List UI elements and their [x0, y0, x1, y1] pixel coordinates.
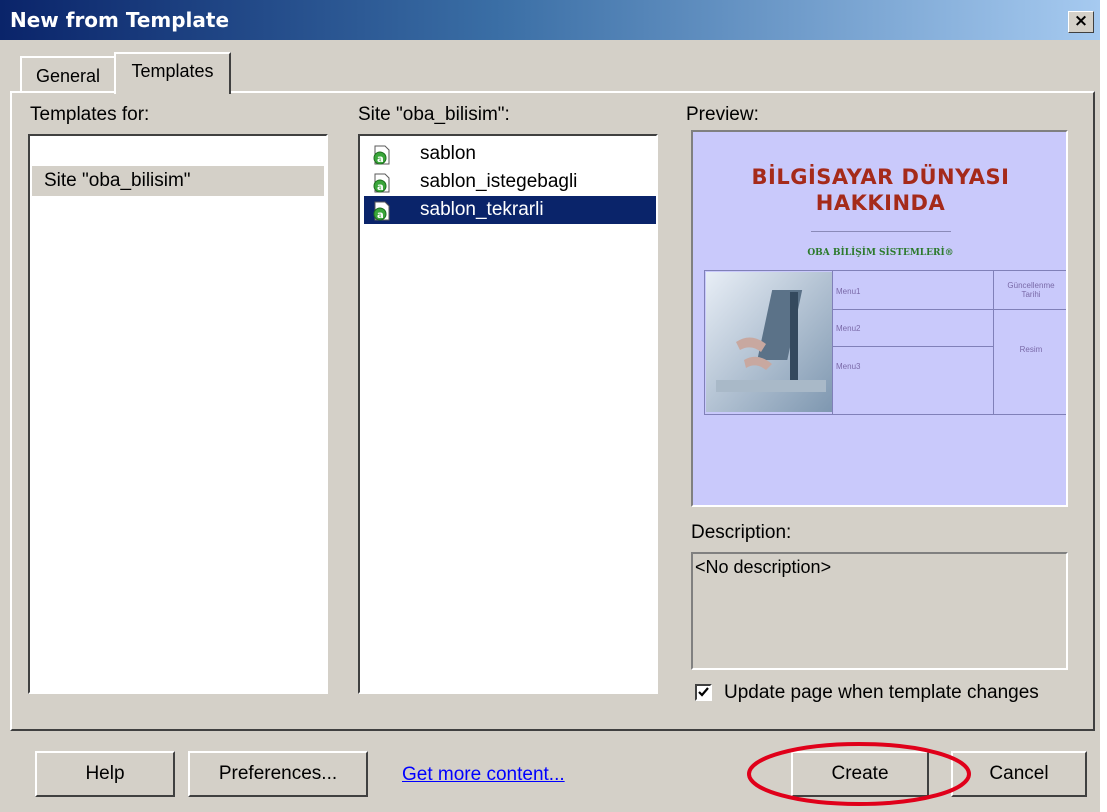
checkmark-icon — [698, 687, 709, 697]
template-preview: BİLGİSAYAR DÜNYASI HAKKINDA OBA BİLİŞİM … — [691, 130, 1068, 507]
preview-row-line — [832, 346, 993, 347]
list-item-sablon-tekrarli[interactable]: a sablon_tekrarli — [364, 196, 656, 224]
update-page-checkbox[interactable] — [695, 684, 712, 701]
preview-image-label: Resim — [1019, 345, 1043, 354]
get-more-content-link[interactable]: Get more content... — [402, 764, 565, 786]
description-label: Description: — [691, 522, 792, 543]
window-edge — [1100, 0, 1107, 812]
preview-menu2: Menu2 — [836, 324, 861, 333]
file-name: sablon_istegebagli — [420, 171, 578, 192]
preview-label: Preview: — [686, 104, 759, 125]
templates-for-label: Templates for: — [30, 104, 150, 125]
template-file-icon: a — [373, 145, 390, 165]
template-file-icon: a — [373, 173, 390, 193]
close-icon[interactable]: × — [1068, 11, 1094, 33]
preview-menu3: Menu3 — [836, 362, 861, 371]
cancel-button[interactable]: Cancel — [951, 751, 1087, 797]
list-item-site[interactable]: Site "oba_bilisim" — [32, 166, 324, 196]
template-file-icon: a — [373, 201, 390, 221]
preview-heading: BİLGİSAYAR DÜNYASI HAKKINDA — [751, 165, 1010, 215]
list-item-sablon-istegebagli[interactable]: a sablon_istegebagli — [364, 168, 656, 196]
preview-col-line — [832, 271, 833, 414]
preview-layout-table: Menu1 Menu2 Menu3 Güncellenme Tarihi Res… — [704, 270, 1066, 415]
preview-updated: Güncellenme Tarihi — [1007, 281, 1055, 299]
tab-general[interactable]: General — [20, 56, 116, 92]
list-item-sablon[interactable]: a sablon — [364, 140, 656, 168]
site-template-list[interactable]: a sablon a sablon_istegebagli a sablon_t… — [358, 134, 658, 694]
file-name: sablon_tekrarli — [420, 199, 544, 220]
file-name: sablon — [420, 143, 476, 164]
preview-menu1: Menu1 — [836, 287, 861, 296]
window-title: New from Template — [10, 8, 230, 32]
preview-subtitle: OBA BİLİŞİM SİSTEMLERİ® — [807, 248, 954, 258]
preview-divider — [811, 231, 951, 232]
create-button[interactable]: Create — [791, 751, 929, 797]
update-page-label[interactable]: Update page when template changes — [724, 682, 1039, 704]
svg-text:a: a — [377, 182, 384, 193]
computer-user-image — [706, 272, 832, 412]
preview-col-line — [993, 271, 994, 414]
title-bar: New from Template — [0, 0, 1100, 40]
svg-text:a: a — [377, 154, 384, 165]
svg-text:a: a — [377, 210, 384, 221]
description-text: <No description> — [691, 552, 1068, 670]
site-list-label: Site "oba_bilisim": — [358, 104, 510, 125]
templates-for-list[interactable]: Site "oba_bilisim" — [28, 134, 328, 694]
help-button[interactable]: Help — [35, 751, 175, 797]
tab-templates[interactable]: Templates — [114, 52, 231, 94]
preferences-button[interactable]: Preferences... — [188, 751, 368, 797]
preview-row-line — [832, 309, 1066, 310]
